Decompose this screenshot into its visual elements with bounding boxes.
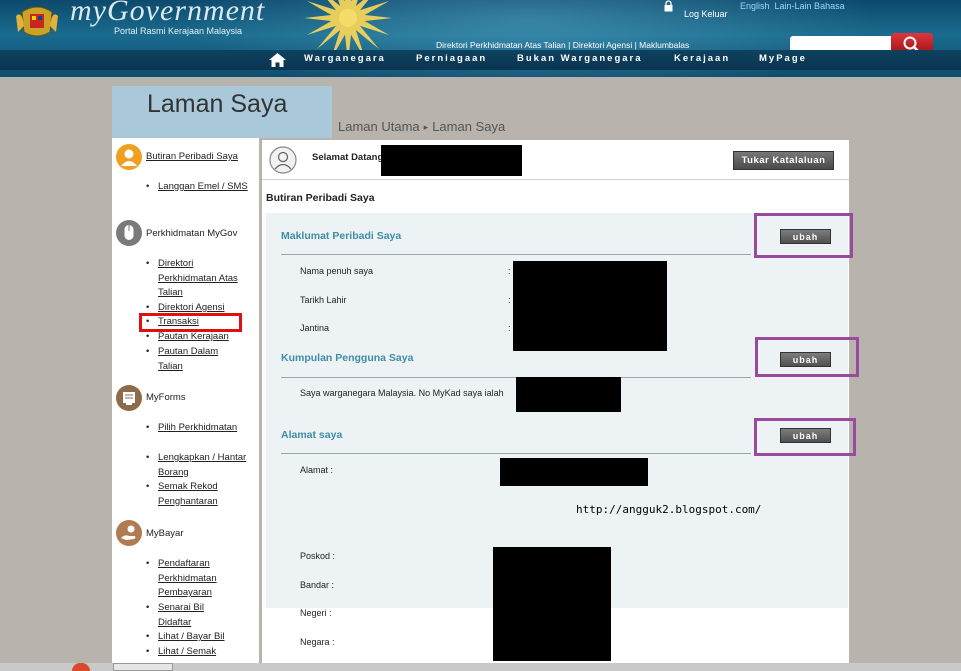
bullet: • xyxy=(146,631,150,642)
bullet: • xyxy=(146,181,150,192)
field-postcode: Poskod : xyxy=(300,551,336,561)
divider xyxy=(281,254,751,255)
redacted-username xyxy=(381,145,522,176)
field-state: Negeri : xyxy=(300,608,332,618)
breadcrumb-home[interactable]: Laman Utama xyxy=(338,119,420,134)
mouse-icon xyxy=(116,220,142,246)
divider xyxy=(281,453,751,454)
sidebar-item-senarai-bil[interactable]: Senarai Bil Didaftar xyxy=(158,601,233,630)
field-gender: Jantina xyxy=(300,323,330,333)
user-group-title: Kumpulan Pengguna Saya xyxy=(281,352,414,364)
taskbar-window-button[interactable] xyxy=(113,663,173,671)
bullet: • xyxy=(146,602,150,613)
watermark-url: http://angguk2.blogspot.com/ xyxy=(576,503,762,516)
highlight-red-box xyxy=(139,313,242,332)
sidebar-item-pendaftaran[interactable]: Pendaftaran Perkhidmatan Pembayaran xyxy=(158,557,248,601)
sidebar-item-pautan-kerajaan[interactable]: Pautan Kerajaan xyxy=(158,330,258,345)
bullet: • xyxy=(146,452,150,463)
os-taskbar xyxy=(0,663,961,671)
redacted-address xyxy=(500,458,648,486)
nav-warganegara[interactable]: Warganegara xyxy=(304,53,386,64)
nav-mypage[interactable]: MyPage xyxy=(759,53,807,64)
sidebar-item-lihat-bayar[interactable]: Lihat / Bayar Bil xyxy=(158,630,258,645)
colon: : xyxy=(508,266,511,276)
bullet: • xyxy=(146,331,150,342)
field-country: Negara : xyxy=(300,637,335,647)
sidebar-section-butiran[interactable]: Butiran Peribadi Saya xyxy=(146,151,238,162)
sidebar-item-lihat-semak[interactable]: Lihat / Semak xyxy=(158,645,258,660)
logout-link[interactable]: Log Keluar xyxy=(684,9,728,19)
personal-info-title: Maklumat Peribadi Saya xyxy=(281,230,402,242)
breadcrumb: Laman Utama ▸ Laman Saya xyxy=(338,119,505,134)
language-other-link[interactable]: Lain-Lain Bahasa xyxy=(775,1,845,11)
highlight-purple-box xyxy=(754,213,853,258)
colon: : xyxy=(508,323,511,333)
colon: : xyxy=(508,295,511,305)
nav-bukan-warganegara[interactable]: Bukan Warganegara xyxy=(517,53,643,64)
nav-perniagaan[interactable]: Perniagaan xyxy=(416,53,487,64)
lock-icon xyxy=(664,0,673,12)
payment-hand-icon xyxy=(116,520,142,546)
bullet: • xyxy=(146,422,150,433)
sidebar-section-mybayar: MyBayar xyxy=(146,528,184,539)
sidebar-item-direktori-perkhidmatan[interactable]: Direktori Perkhidmatan Atas Talian xyxy=(158,257,248,301)
avatar-icon xyxy=(269,146,297,174)
bullet: • xyxy=(146,346,150,357)
field-address: Alamat : xyxy=(300,465,334,475)
highlight-purple-box xyxy=(755,337,859,377)
page-title: Laman Saya xyxy=(147,90,288,118)
sidebar-section-perkhidmatan: Perkhidmatan MyGov xyxy=(146,228,238,239)
sidebar-item-langgan[interactable]: Langgan Emel / SMS xyxy=(158,180,248,195)
taskbar-browser-icon[interactable] xyxy=(72,663,90,671)
portal-tagline: Portal Rasmi Kerajaan Malaysia xyxy=(114,26,243,36)
forms-icon xyxy=(116,385,142,411)
bullet: • xyxy=(146,646,150,657)
sidebar-item-pautan-dalam-talian[interactable]: Pautan Dalam Talian xyxy=(158,345,238,374)
change-password-button[interactable]: Tukar Katalaluan xyxy=(733,151,834,170)
directory-links[interactable]: Direktori Perkhidmatan Atas Talian | Dir… xyxy=(436,40,689,50)
bullet: • xyxy=(146,258,150,269)
redacted-location xyxy=(493,547,611,661)
redacted-mykad xyxy=(516,377,621,412)
sidebar-item-semak-rekod[interactable]: Semak Rekod Penghantaran xyxy=(158,480,248,509)
section-title: Butiran Peribadi Saya xyxy=(266,192,375,204)
bullet: • xyxy=(146,481,150,492)
bullet: • xyxy=(146,558,150,569)
breadcrumb-current: Laman Saya xyxy=(432,119,506,134)
field-birth-date: Tarikh Lahir xyxy=(300,295,347,305)
sidebar-section-myforms: MyForms xyxy=(146,392,186,403)
highlight-purple-box xyxy=(754,418,856,456)
address-title: Alamat saya xyxy=(281,429,343,441)
sidebar-item-lengkapkan[interactable]: Lengkapkan / Hantar Borang xyxy=(158,451,248,480)
redacted-personal-details xyxy=(513,261,667,351)
field-full-name: Nama penuh saya xyxy=(300,266,374,276)
welcome-text: Selamat Datang xyxy=(312,152,384,163)
field-city: Bandar : xyxy=(300,580,335,590)
sidebar-item-pilih-perkhidmatan[interactable]: Pilih Perkhidmatan xyxy=(158,421,248,436)
citizenship-text: Saya warganegara Malaysia. No MyKad saya… xyxy=(300,388,504,398)
user-profile-icon xyxy=(116,144,142,170)
language-english-link[interactable]: English xyxy=(740,1,770,11)
mygovernment-logo[interactable]: myGovernment xyxy=(70,0,265,28)
malaysia-crest-icon[interactable] xyxy=(14,2,60,40)
home-icon[interactable] xyxy=(269,53,286,67)
nav-kerajaan[interactable]: Kerajaan xyxy=(674,53,730,64)
breadcrumb-separator: ▸ xyxy=(423,122,429,132)
language-links: English Lain-Lain Bahasa xyxy=(740,1,850,11)
